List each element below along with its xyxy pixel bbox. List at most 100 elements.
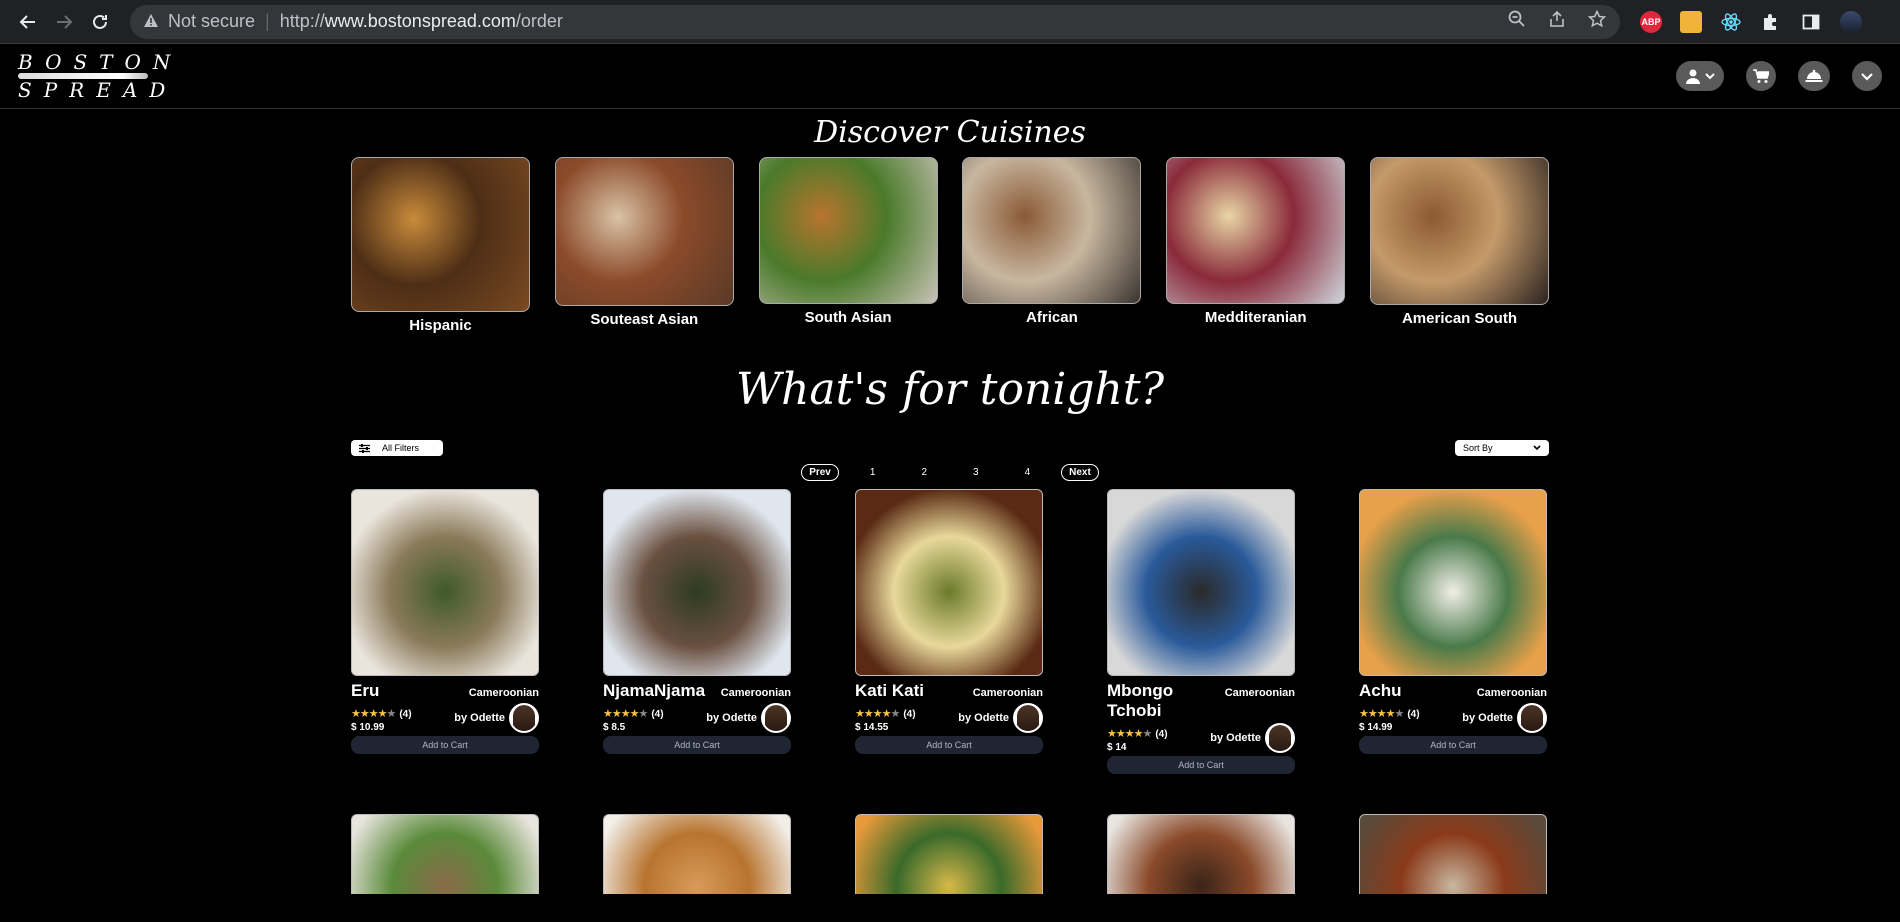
extensions-puzzle-icon[interactable]: [1760, 11, 1782, 33]
cuisine-image[interactable]: [758, 157, 938, 304]
cuisine-image[interactable]: [554, 157, 734, 306]
cuisine-label[interactable]: American South: [1370, 310, 1549, 327]
cuisine-image[interactable]: [1369, 157, 1549, 305]
cookie-extension-icon[interactable]: [1680, 10, 1702, 33]
add-to-cart-button[interactable]: Add to Cart: [351, 736, 539, 754]
chef-avatar[interactable]: [1517, 703, 1547, 733]
react-devtools-icon[interactable]: [1720, 11, 1742, 33]
dish-card[interactable]: Mbongo Tchobi Cameroonian ★★★★★ (4) $ 14 by O…: [1107, 489, 1295, 774]
adblock-icon[interactable]: ABP: [1640, 10, 1662, 33]
cuisine-card[interactable]: Medditeranian: [1166, 157, 1346, 334]
dish-price: $ 14: [1107, 741, 1127, 753]
page-2-link[interactable]: 2: [914, 465, 934, 480]
reload-icon[interactable]: [82, 4, 118, 40]
dish-card[interactable]: [855, 814, 1043, 894]
logo[interactable]: BOSTON SPREAD: [18, 52, 182, 100]
forward-icon[interactable]: [46, 4, 82, 40]
dish-image[interactable]: [1107, 814, 1295, 894]
dish-name[interactable]: Kati Kati: [855, 681, 924, 701]
discover-title: Discover Cuisines: [814, 115, 1086, 150]
bookmark-star-icon[interactable]: [1587, 9, 1607, 33]
browser-toolbar: Not secure | http://www.bostonspread.com…: [0, 0, 1900, 44]
dish-image[interactable]: [351, 814, 539, 894]
add-to-cart-button[interactable]: Add to Cart: [855, 736, 1043, 754]
dish-card[interactable]: Eru Cameroonian ★★★★★ (4) $ 10.99 by Odette Ad…: [351, 489, 539, 774]
prev-page-button[interactable]: Prev: [801, 464, 839, 481]
add-to-cart-button[interactable]: Add to Cart: [603, 736, 791, 754]
dish-name[interactable]: NjamaNjama: [603, 681, 705, 701]
dish-card[interactable]: [1107, 814, 1295, 894]
chef-avatar[interactable]: [761, 703, 791, 733]
dish-image[interactable]: [1359, 489, 1547, 676]
dish-image[interactable]: [603, 814, 791, 894]
dish-name[interactable]: Mbongo Tchobi: [1107, 681, 1225, 721]
cuisine-card[interactable]: African: [962, 157, 1142, 334]
dish-name[interactable]: Eru: [351, 681, 379, 701]
url-prefix: http://: [279, 11, 325, 31]
cuisine-card[interactable]: Souteast Asian: [554, 157, 734, 334]
dish-card[interactable]: Kati Kati Cameroonian ★★★★★ (4) $ 14.55 by Od…: [855, 489, 1043, 774]
divider: |: [265, 11, 270, 31]
dish-image[interactable]: [855, 489, 1043, 676]
add-to-cart-button[interactable]: Add to Cart: [1359, 736, 1547, 754]
sort-by-label: Sort By: [1463, 443, 1493, 453]
cuisine-label[interactable]: Hispanic: [351, 317, 530, 334]
dish-origin: Cameroonian: [1476, 687, 1547, 699]
user-icon: [1686, 69, 1700, 84]
dish-image[interactable]: [1359, 814, 1547, 894]
dish-origin: Cameroonian: [1224, 687, 1295, 699]
chef-avatar[interactable]: [1013, 703, 1043, 733]
page-3-link[interactable]: 3: [966, 465, 986, 480]
dish-image[interactable]: [1107, 489, 1295, 676]
warning-icon: [144, 11, 158, 32]
dish-card[interactable]: NjamaNjama Cameroonian ★★★★★ (4) $ 8.5 by Ode…: [603, 489, 791, 774]
profile-avatar[interactable]: [1840, 10, 1862, 33]
dish-card[interactable]: Achu Cameroonian ★★★★★ (4) $ 14.99 by Odette A…: [1359, 489, 1547, 774]
cuisine-label[interactable]: Medditeranian: [1166, 309, 1345, 326]
more-menu-button[interactable]: [1852, 61, 1882, 91]
cuisine-image[interactable]: [1166, 157, 1346, 304]
cuisine-image[interactable]: [962, 157, 1142, 304]
chef-avatar[interactable]: [1265, 723, 1295, 753]
zoom-icon[interactable]: [1508, 10, 1526, 33]
side-panel-icon[interactable]: [1800, 11, 1822, 33]
page-4-link[interactable]: 4: [1018, 465, 1038, 480]
chef-name[interactable]: by Odette: [706, 712, 757, 724]
share-icon[interactable]: [1548, 10, 1566, 33]
chef-avatar[interactable]: [509, 703, 539, 733]
all-filters-button[interactable]: All Filters: [351, 440, 443, 456]
cuisine-label[interactable]: Souteast Asian: [555, 311, 734, 328]
account-menu-button[interactable]: [1676, 61, 1724, 91]
cuisine-card[interactable]: South Asian: [758, 157, 938, 334]
chef-name[interactable]: by Odette: [1462, 712, 1513, 724]
orders-button[interactable]: [1798, 61, 1830, 91]
all-filters-label: All Filters: [382, 443, 420, 453]
cuisine-image[interactable]: [351, 157, 530, 312]
cuisine-label[interactable]: African: [962, 309, 1141, 326]
dish-image[interactable]: [855, 814, 1043, 894]
chef-name[interactable]: by Odette: [1210, 732, 1261, 744]
cart-button[interactable]: [1746, 61, 1776, 91]
next-page-button[interactable]: Next: [1061, 464, 1099, 481]
dish-card[interactable]: [351, 814, 539, 894]
security-label: Not secure: [168, 11, 256, 31]
sort-by-select[interactable]: Sort By: [1455, 440, 1549, 456]
cuisine-card[interactable]: American South: [1369, 157, 1549, 334]
dish-card[interactable]: [1359, 814, 1547, 894]
dish-image[interactable]: [351, 489, 539, 676]
review-count: (4): [903, 708, 916, 720]
dish-card[interactable]: [603, 814, 791, 894]
dish-name[interactable]: Achu: [1359, 681, 1402, 701]
star-rating: ★★★★★: [351, 707, 396, 720]
dish-image[interactable]: [603, 489, 791, 676]
page-1-link[interactable]: 1: [863, 465, 883, 480]
dish-price: $ 14.99: [1359, 721, 1393, 733]
cuisine-label[interactable]: South Asian: [759, 309, 938, 326]
address-bar[interactable]: Not secure | http://www.bostonspread.com…: [130, 4, 1620, 39]
chef-name[interactable]: by Odette: [454, 712, 505, 724]
add-to-cart-button[interactable]: Add to Cart: [1107, 756, 1295, 774]
back-icon[interactable]: [10, 4, 46, 40]
chef-name[interactable]: by Odette: [958, 712, 1009, 724]
url-path: /order: [515, 11, 563, 31]
cuisine-card[interactable]: Hispanic: [351, 157, 530, 334]
